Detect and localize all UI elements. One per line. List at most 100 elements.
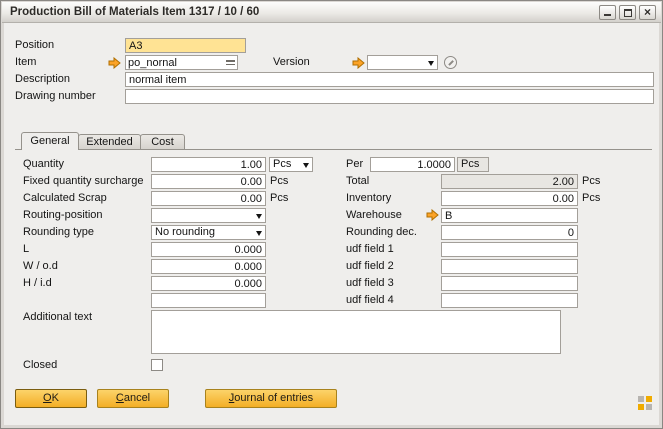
rounding-dec-field[interactable]	[441, 225, 578, 240]
corner-widget-icon[interactable]	[638, 396, 652, 410]
fixed-quantity-surcharge-unit: Pcs	[270, 174, 288, 189]
close-button[interactable]: ×	[639, 5, 656, 20]
total-label: Total	[346, 174, 441, 189]
w-od-label: W / o.d	[15, 259, 151, 274]
version-link-arrow-icon[interactable]	[352, 57, 365, 69]
close-icon: ×	[640, 6, 655, 19]
drawing-number-field[interactable]	[125, 89, 654, 104]
udf-field-1-label: udf field 1	[346, 242, 441, 257]
chevron-down-icon	[428, 61, 434, 66]
description-field[interactable]	[125, 72, 654, 87]
journal-of-entries-button[interactable]: Journal of entries	[205, 389, 337, 408]
fixed-quantity-surcharge-label: Fixed quantity surcharge	[15, 174, 151, 189]
ok-button[interactable]: OK	[15, 389, 87, 408]
rounding-type-select[interactable]: No rounding	[151, 225, 266, 240]
inventory-unit: Pcs	[582, 191, 600, 206]
row-surcharge-total: Fixed quantity surcharge Pcs Total Pcs	[15, 174, 654, 189]
window-controls: ×	[599, 5, 656, 20]
rounding-type-label: Rounding type	[15, 225, 151, 240]
chevron-down-icon	[256, 231, 262, 236]
additional-text-area[interactable]	[151, 310, 561, 354]
calculated-scrap-field[interactable]	[151, 191, 266, 206]
tab-general[interactable]: General	[21, 132, 79, 150]
item-link-arrow-icon[interactable]	[108, 57, 121, 69]
row-l-udf1: L udf field 1	[15, 242, 654, 257]
row-quantity-per: Quantity Pcs Per Pcs	[15, 157, 654, 172]
udf-field-4-label: udf field 4	[346, 293, 441, 308]
row-closed: Closed	[15, 358, 654, 373]
l-label: L	[15, 242, 151, 257]
closed-label: Closed	[15, 358, 151, 373]
row-rounding: Rounding type No rounding Rounding dec.	[15, 225, 654, 240]
fixed-quantity-surcharge-field[interactable]	[151, 174, 266, 189]
maximize-icon	[624, 9, 632, 17]
row-w-udf2: W / o.d udf field 2	[15, 259, 654, 274]
inventory-label: Inventory	[346, 191, 441, 206]
total-field	[441, 174, 578, 189]
chevron-down-icon	[303, 163, 309, 168]
w-od-field[interactable]	[151, 259, 266, 274]
additional-text-label: Additional text	[15, 310, 151, 354]
calculated-scrap-unit: Pcs	[270, 191, 288, 206]
title-bar[interactable]: Production Bill of Materials Item 1317 /…	[2, 2, 661, 23]
minimize-icon	[604, 14, 611, 16]
dialog-window: Production Bill of Materials Item 1317 /…	[0, 0, 663, 429]
h-id-label: H / i.d	[15, 276, 151, 291]
maximize-button[interactable]	[619, 5, 636, 20]
l-field[interactable]	[151, 242, 266, 257]
per-uom-box: Pcs	[457, 157, 489, 172]
closed-checkbox[interactable]	[151, 359, 163, 371]
row-scrap-inventory: Calculated Scrap Pcs Inventory Pcs	[15, 191, 654, 206]
position-field[interactable]	[125, 38, 246, 53]
udf-field-4[interactable]	[441, 293, 578, 308]
row-unlabeled-udf4: udf field 4	[15, 293, 654, 308]
warehouse-label: Warehouse	[346, 209, 402, 221]
udf-field-1[interactable]	[441, 242, 578, 257]
ok-button-label: OK	[16, 390, 86, 407]
routing-position-select[interactable]	[151, 208, 266, 223]
tab-cost[interactable]: Cost	[140, 134, 185, 149]
cancel-button[interactable]: Cancel	[97, 389, 169, 408]
quantity-uom-select[interactable]: Pcs	[269, 157, 313, 172]
udf-field-2[interactable]	[441, 259, 578, 274]
udf-field-2-label: udf field 2	[346, 259, 441, 274]
tab-extended[interactable]: Extended	[78, 134, 141, 149]
unlabeled-field[interactable]	[151, 293, 266, 308]
per-field[interactable]	[370, 157, 455, 172]
item-field[interactable]	[126, 57, 226, 69]
calculated-scrap-label: Calculated Scrap	[15, 191, 151, 206]
udf-field-3[interactable]	[441, 276, 578, 291]
unlabeled-field-label	[15, 293, 151, 308]
position-label: Position	[15, 38, 54, 53]
udf-field-3-label: udf field 3	[346, 276, 441, 291]
minimize-button[interactable]	[599, 5, 616, 20]
description-label: Description	[15, 72, 70, 87]
journal-of-entries-button-label: Journal of entries	[206, 390, 336, 407]
tab-underline	[15, 149, 652, 150]
total-unit: Pcs	[582, 174, 600, 189]
item-label: Item	[15, 55, 36, 70]
warehouse-label-wrap: Warehouse	[346, 208, 441, 223]
cancel-button-label: Cancel	[98, 390, 168, 407]
routing-position-label: Routing-position	[15, 208, 151, 223]
item-field-wrap	[125, 55, 238, 70]
pencil-circle-icon[interactable]	[444, 56, 457, 69]
inventory-field[interactable]	[441, 191, 578, 206]
quantity-field[interactable]	[151, 157, 266, 172]
row-routing-warehouse: Routing-position Warehouse	[15, 208, 654, 223]
choose-from-list-icon[interactable]	[226, 58, 235, 67]
h-id-field[interactable]	[151, 276, 266, 291]
drawing-number-label: Drawing number	[15, 89, 96, 104]
per-label: Per	[346, 157, 370, 172]
quantity-uom-value: Pcs	[273, 158, 291, 171]
warehouse-link-arrow-icon[interactable]	[426, 209, 439, 221]
version-select[interactable]	[367, 55, 438, 70]
row-h-udf3: H / i.d udf field 3	[15, 276, 654, 291]
rounding-type-value: No rounding	[155, 226, 215, 239]
general-tab-pane: Quantity Pcs Per Pcs Fixed quantity surc…	[15, 157, 654, 375]
warehouse-field[interactable]	[441, 208, 578, 223]
rounding-dec-label: Rounding dec.	[346, 225, 441, 240]
chevron-down-icon	[256, 214, 262, 219]
window-title: Production Bill of Materials Item 1317 /…	[10, 2, 259, 23]
quantity-label: Quantity	[15, 157, 151, 172]
